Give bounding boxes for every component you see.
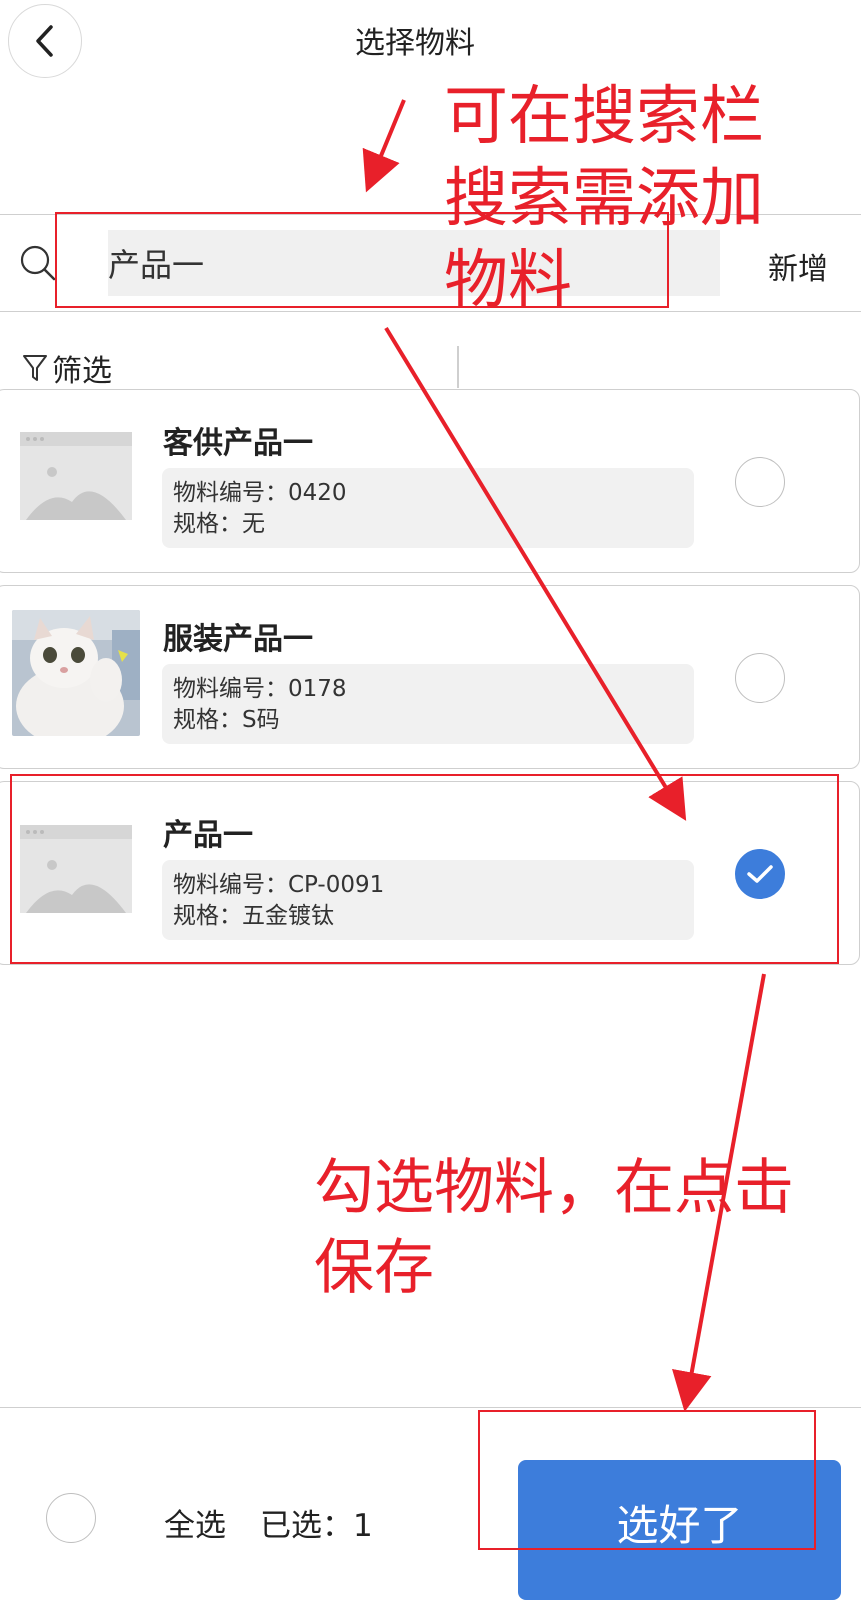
annotation-arrows xyxy=(362,99,766,1412)
annotation-arrow-2 xyxy=(384,326,687,821)
annotation-arrow-1 xyxy=(362,99,406,193)
annotation-arrow-3 xyxy=(672,973,766,1412)
